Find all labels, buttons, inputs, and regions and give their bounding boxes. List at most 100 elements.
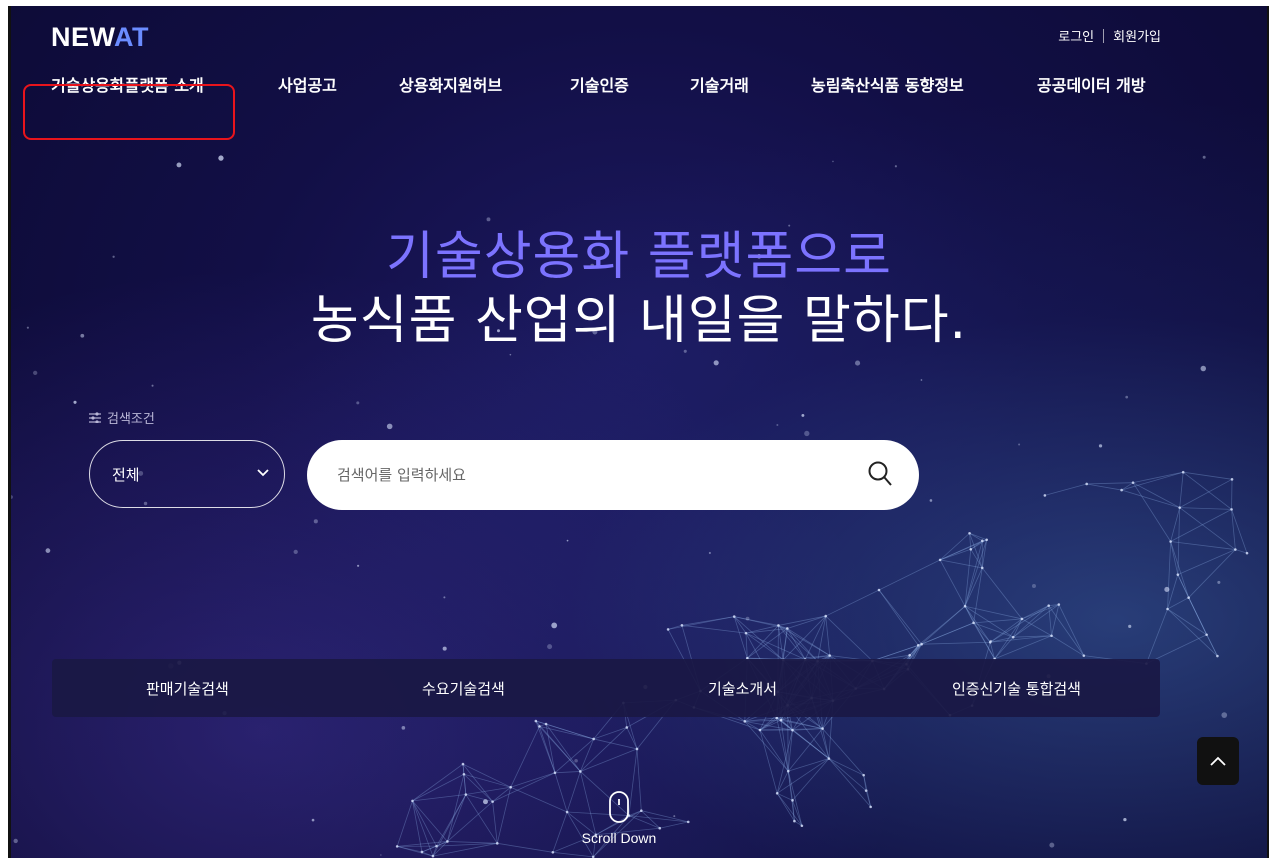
nav-item-support-hub[interactable]: 상용화지원허브 <box>399 72 570 96</box>
mesh-node <box>395 845 399 848</box>
mesh-node <box>680 623 684 627</box>
mesh-line <box>994 618 1023 660</box>
mesh-node <box>446 840 449 843</box>
mesh-line <box>825 615 873 662</box>
mesh-line <box>939 532 970 561</box>
particle-dot <box>1128 624 1132 628</box>
mesh-node <box>1082 654 1086 657</box>
mesh-node <box>635 747 639 751</box>
signup-link[interactable]: 회원가입 <box>1113 26 1161 45</box>
mesh-node <box>431 854 435 858</box>
mesh-line <box>1086 482 1134 485</box>
particle-dot <box>483 799 488 805</box>
mesh-line <box>412 800 434 857</box>
mesh-line <box>787 730 793 772</box>
particle-dot <box>13 838 18 844</box>
nav-item-open-data[interactable]: 공공데이터 개방 <box>1037 72 1146 96</box>
mesh-line <box>412 800 448 842</box>
login-link[interactable]: 로그인 <box>1058 26 1094 45</box>
mesh-node <box>509 785 512 789</box>
mesh-line <box>593 738 638 750</box>
mesh-node <box>464 793 468 796</box>
particle-dot <box>1164 586 1170 593</box>
mesh-node <box>1245 551 1249 555</box>
search-input[interactable] <box>335 465 839 485</box>
mesh-line <box>510 726 540 788</box>
mesh-node <box>534 719 538 723</box>
site-logo[interactable]: NEWAT <box>51 22 149 53</box>
category-select[interactable]: 전체 <box>89 440 285 508</box>
nav-item-announcements[interactable]: 사업공고 <box>278 72 399 96</box>
particle-dot <box>1123 817 1127 822</box>
particle-dot <box>1049 842 1055 848</box>
scroll-to-top-button[interactable] <box>1197 737 1239 785</box>
particle-dot <box>442 646 447 651</box>
particle-dot <box>801 413 805 417</box>
mesh-line <box>492 772 556 802</box>
quick-link-demand-tech[interactable]: 수요기술검색 <box>422 678 505 699</box>
mesh-line <box>1188 549 1236 598</box>
mesh-line <box>1132 471 1184 484</box>
mesh-line <box>828 758 867 791</box>
particle-dot <box>386 423 393 430</box>
mesh-node <box>592 737 595 741</box>
mesh-node <box>1131 481 1135 484</box>
mesh-line <box>747 628 788 659</box>
mesh-line <box>1121 482 1134 491</box>
mesh-node <box>969 547 973 551</box>
mesh-line <box>412 800 437 847</box>
particle-dot <box>443 596 446 599</box>
particle-dot <box>45 548 51 553</box>
mesh-node <box>1120 488 1123 492</box>
quick-link-sales-tech[interactable]: 판매기술검색 <box>146 678 229 699</box>
mesh-node <box>732 615 736 618</box>
particle-dot <box>989 639 993 643</box>
mesh-line <box>535 720 594 740</box>
mesh-line <box>918 622 974 646</box>
mesh-node <box>793 819 796 823</box>
mesh-line <box>580 748 638 772</box>
mesh-node <box>985 538 988 542</box>
logo-main: NEW <box>51 22 115 52</box>
mesh-node <box>786 627 789 630</box>
particle-dot <box>547 644 553 650</box>
quick-link-certified-search[interactable]: 인증신기술 통합검색 <box>952 678 1081 699</box>
mesh-line <box>1182 471 1232 510</box>
mesh-line <box>1044 483 1087 496</box>
mesh-node <box>411 799 414 803</box>
mesh-line <box>822 728 864 776</box>
particle-dot <box>929 499 933 502</box>
mesh-node <box>1050 634 1053 638</box>
mouse-icon <box>609 791 629 823</box>
mesh-line <box>786 628 806 660</box>
particle-dot <box>1202 155 1206 159</box>
mesh-node <box>743 720 747 723</box>
mesh-node <box>666 628 670 631</box>
mesh-node <box>551 850 555 854</box>
particle-dot <box>380 854 382 856</box>
search-icon[interactable] <box>867 460 893 488</box>
filter-icon <box>89 412 101 423</box>
mesh-line <box>462 763 493 802</box>
hero-title-line2: 농식품 산업의 내일을 말하다. <box>310 291 968 351</box>
search-condition-text: 검색조건 <box>107 412 155 427</box>
mesh-node <box>1205 633 1208 637</box>
mesh-line <box>1132 482 1180 508</box>
mesh-line <box>465 786 511 795</box>
mesh-line <box>447 801 493 842</box>
chevron-down-icon <box>257 469 269 477</box>
mesh-node <box>1166 607 1169 611</box>
mesh-line <box>734 616 779 626</box>
nav-item-tech-trade[interactable]: 기술거래 <box>690 72 811 96</box>
mesh-line <box>545 723 581 772</box>
particle-dot <box>1221 712 1228 718</box>
particle-dot <box>11 495 13 499</box>
mesh-node <box>1169 540 1172 543</box>
nav-item-trend-info[interactable]: 농림축산식품 동향정보 <box>811 72 1037 96</box>
quick-link-tech-intro[interactable]: 기술소개서 <box>708 678 777 699</box>
mesh-line <box>787 771 795 822</box>
scroll-down-indicator[interactable]: Scroll Down <box>559 790 679 846</box>
particle-dot <box>1217 580 1221 584</box>
nav-item-certification[interactable]: 기술인증 <box>570 72 690 96</box>
mesh-line <box>733 616 784 661</box>
